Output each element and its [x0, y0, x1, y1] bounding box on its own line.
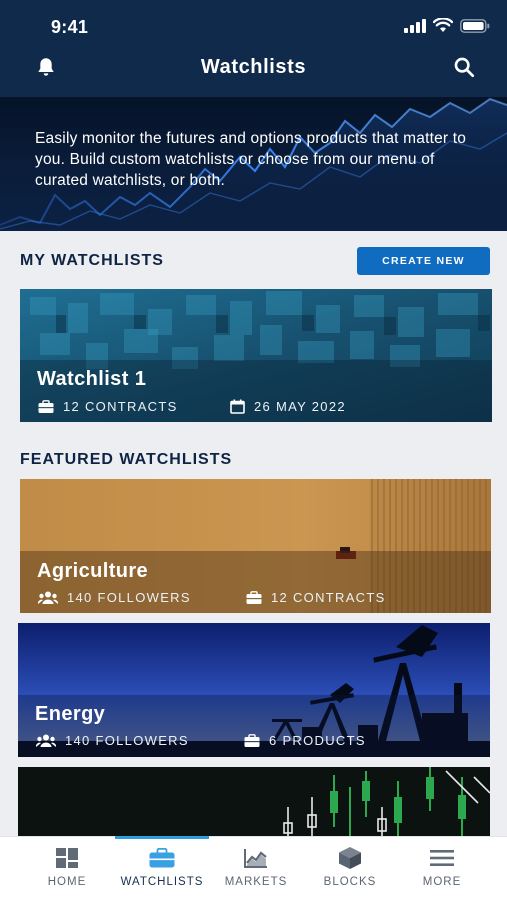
watchlist-card[interactable]: Watchlist 1 12 CONTRACTS 26 MAY 2022 [20, 289, 492, 422]
cube-icon [337, 847, 363, 869]
search-icon[interactable] [453, 56, 475, 78]
tab-more[interactable]: MORE [395, 837, 489, 900]
create-new-button[interactable]: CREATE NEW [357, 247, 490, 275]
updated-date: 26 MAY 2022 [254, 399, 346, 414]
tab-label: MARKETS [224, 876, 288, 888]
people-icon [36, 734, 56, 747]
followers-meta: 140 FOLLOWERS [36, 733, 189, 748]
featured-card-agriculture[interactable]: Agriculture 140 FOLLOWERS 12 CONTRACTS [20, 479, 491, 613]
featured-card-partial[interactable] [18, 767, 490, 836]
contracts-count: 12 CONTRACTS [271, 590, 386, 605]
status-time: 9:41 [51, 17, 89, 37]
briefcase-icon [38, 399, 54, 413]
contracts-meta: 12 CONTRACTS [38, 399, 178, 414]
app-header: 9:41 Watchlists [0, 0, 507, 97]
featured-watchlists-heading: FEATURED WATCHLISTS [20, 451, 233, 468]
products-meta: 6 PRODUCTS [244, 733, 366, 748]
hero-banner: Easily monitor the futures and options p… [0, 97, 507, 231]
chart-icon [243, 847, 269, 869]
featured-card-energy[interactable]: Energy 140 FOLLOWERS 6 PRODUCTS [18, 623, 490, 757]
featured-name: Energy [35, 703, 106, 725]
battery-icon [460, 18, 490, 33]
briefcase-icon [244, 733, 260, 747]
followers-count: 140 FOLLOWERS [67, 590, 191, 605]
featured-name: Agriculture [37, 560, 149, 582]
tab-label: MORE [422, 876, 462, 888]
status-icons [404, 18, 490, 33]
tab-watchlists[interactable]: WATCHLISTS [115, 836, 209, 900]
wifi-icon [433, 18, 453, 32]
menu-icon [429, 847, 455, 869]
watchlist-name: Watchlist 1 [37, 368, 147, 390]
tab-markets[interactable]: MARKETS [209, 837, 303, 900]
hero-description: Easily monitor the futures and options p… [35, 130, 467, 189]
candlestick-image [18, 767, 490, 836]
calendar-icon [230, 399, 245, 414]
tab-label: WATCHLISTS [120, 876, 204, 888]
tab-label: HOME [47, 876, 87, 888]
briefcase-icon [149, 847, 175, 869]
contracts-meta: 12 CONTRACTS [246, 590, 386, 605]
tab-home[interactable]: HOME [20, 837, 114, 900]
followers-count: 140 FOLLOWERS [65, 733, 189, 748]
briefcase-icon [246, 590, 262, 604]
contracts-count: 12 CONTRACTS [63, 399, 178, 414]
page-title: Watchlists [200, 56, 307, 78]
tab-blocks[interactable]: BLOCKS [303, 837, 397, 900]
my-watchlists-heading: MY WATCHLISTS [20, 252, 164, 269]
products-count: 6 PRODUCTS [269, 733, 366, 748]
signal-icon [404, 18, 426, 33]
home-grid-icon [54, 847, 80, 869]
bottom-tab-bar: HOME WATCHLISTS MARKETS BLOCKS MORE [0, 836, 507, 900]
people-icon [38, 591, 58, 604]
date-meta: 26 MAY 2022 [230, 399, 346, 414]
tab-label: BLOCKS [323, 876, 377, 888]
followers-meta: 140 FOLLOWERS [38, 590, 191, 605]
